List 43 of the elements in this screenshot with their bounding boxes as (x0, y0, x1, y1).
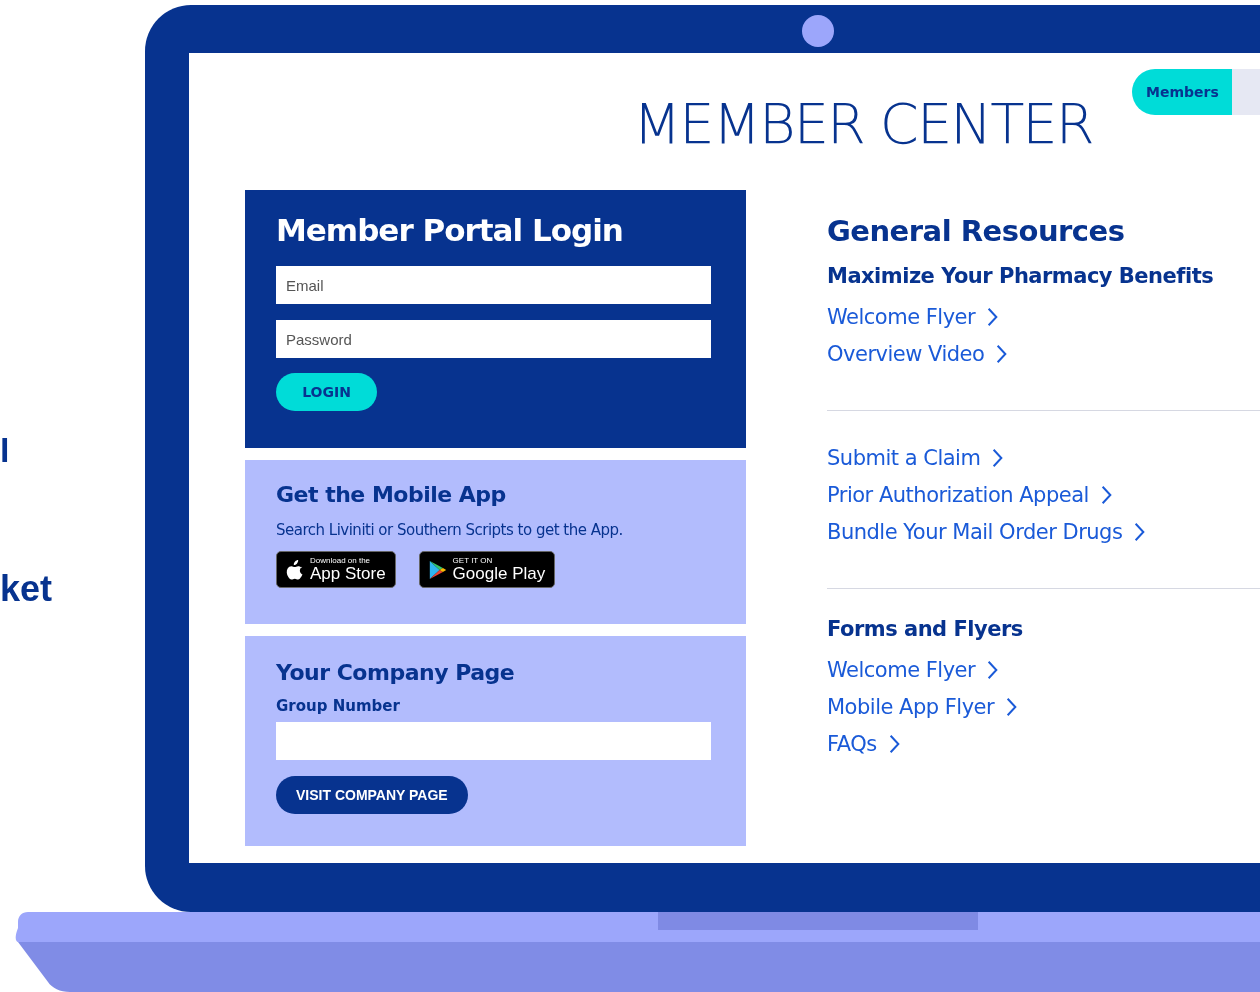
section-heading: Maximize Your Pharmacy Benefits (827, 264, 1215, 288)
chevron-right-icon (1134, 521, 1146, 542)
badge-caption: Download on the (310, 557, 372, 565)
chevron-right-icon (987, 306, 999, 327)
visit-company-button[interactable]: VISIT COMPANY PAGE (276, 776, 468, 814)
cut-off-text: ket (0, 568, 53, 610)
resource-link[interactable]: Submit a Claim (827, 445, 981, 470)
chevron-right-icon (996, 343, 1008, 364)
panel-text: Search Liviniti or Southern Scripts to get the App. (276, 521, 624, 539)
page-title: MEMBER CENTER (633, 91, 1093, 156)
input-field[interactable]: Email (276, 266, 711, 304)
play-icon (428, 558, 447, 581)
chevron-right-icon (1100, 484, 1112, 505)
panel-title: Your Company Page (276, 660, 515, 685)
section-heading: Forms and Flyers (827, 617, 1024, 641)
chevron-right-icon (888, 733, 900, 754)
members-tab[interactable]: Members (1132, 69, 1232, 115)
input-field[interactable]: Password (276, 320, 711, 358)
cut-off-text: l (0, 430, 10, 470)
store-badge[interactable]: GET IT ON Google Play (418, 551, 556, 588)
panel-title: Get the Mobile App (276, 482, 507, 507)
field-label: Group Number (276, 697, 400, 715)
chevron-right-icon (987, 659, 999, 680)
login-button[interactable]: LOGIN (276, 373, 377, 411)
resource-link[interactable]: Bundle Your Mail Order Drugs (827, 519, 1123, 544)
camera-dot (802, 15, 834, 47)
resource-link[interactable]: Welcome Flyer (827, 657, 976, 682)
tab-edge[interactable] (1231, 69, 1260, 115)
badge-store-name: Google Play (452, 565, 546, 582)
section-title: General Resources (827, 214, 1126, 248)
badge-store-name: App Store (310, 565, 386, 582)
input-field[interactable] (276, 722, 711, 760)
store-badge[interactable]: Download on the App Store (276, 551, 396, 588)
chevron-right-icon (992, 447, 1004, 468)
panel-title: Member Portal Login (276, 212, 623, 248)
resource-link[interactable]: Prior Authorization Appeal (827, 482, 1089, 507)
resource-link[interactable]: Welcome Flyer (827, 304, 976, 329)
resource-link[interactable]: FAQs (827, 731, 877, 756)
resource-link[interactable]: Overview Video (827, 341, 985, 366)
chevron-right-icon (1006, 696, 1018, 717)
resource-link[interactable]: Mobile App Flyer (827, 694, 995, 719)
badge-caption: GET IT ON (452, 557, 494, 565)
apple-icon (286, 558, 304, 581)
